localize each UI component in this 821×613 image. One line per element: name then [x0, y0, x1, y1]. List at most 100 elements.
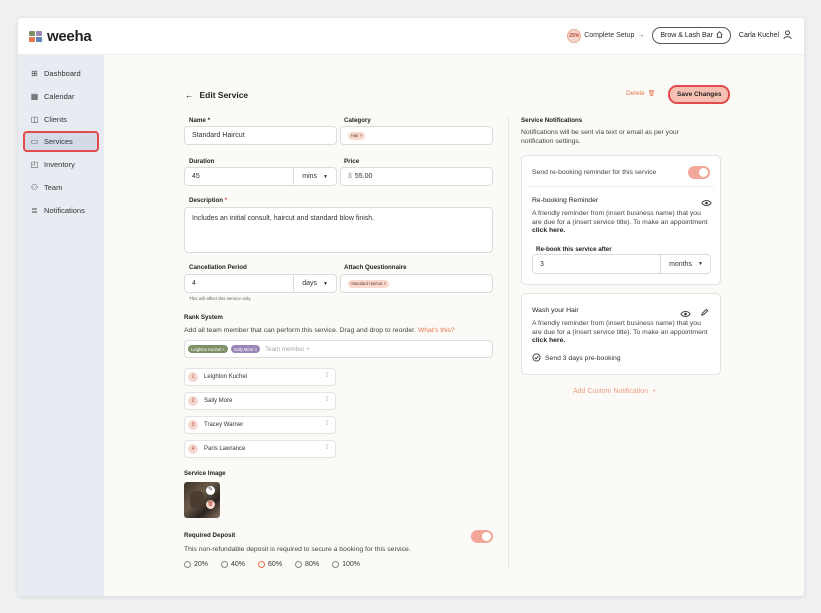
sidebar-item-calendar[interactable]: ▦ Calendar — [25, 87, 99, 106]
duration-input[interactable]: 45 mins ▼ — [184, 167, 337, 186]
sidebar-item-label: Notifications — [44, 206, 85, 215]
questionnaire-chip[interactable]: Standard Haircut × — [348, 279, 390, 288]
whats-this-link[interactable]: What's this? — [418, 327, 455, 334]
delete-button[interactable]: Delete 🗑 — [626, 90, 655, 97]
sidebar-item-label: Inventory — [44, 160, 75, 169]
home-icon — [716, 31, 723, 40]
rebook-unit-select[interactable]: months ▼ — [660, 255, 710, 273]
team-member-input[interactable]: Leighton Kuchel × Sally More × Team memb… — [184, 340, 493, 358]
rebook-after-label: Re-book this service after — [536, 246, 612, 253]
rebook-title: Re-booking Reminder — [532, 197, 599, 204]
team-chip[interactable]: Leighton Kuchel × — [188, 345, 228, 353]
rebook-after-value: 3 — [540, 260, 544, 268]
drag-handle-icon[interactable]: ⁞⁞ — [326, 397, 329, 403]
rank-number: 4 — [188, 444, 198, 454]
duration-value: 45 — [192, 173, 200, 180]
rank-help: Add all team member that can perform thi… — [184, 327, 455, 334]
sidebar-item-label: Team — [44, 183, 63, 192]
rank-list-item[interactable]: 3 Tracey Warner ⁞⁞ — [184, 416, 336, 434]
category-chip[interactable]: Hair × — [348, 131, 366, 140]
rebook-toggle[interactable] — [688, 166, 710, 179]
complete-setup-link[interactable]: 25% Complete Setup → — [567, 28, 644, 43]
caret-down-icon: ▼ — [323, 280, 328, 287]
questionnaire-label: Attach Questionnaire — [344, 264, 407, 271]
sidebar-item-label: Clients — [44, 115, 67, 124]
drag-handle-icon[interactable]: ⁞⁞ — [326, 421, 329, 427]
sidebar-item-services[interactable]: ▭ Services — [23, 131, 99, 152]
service-image-thumbnail[interactable]: ✎ 🗑 — [184, 482, 220, 518]
rebook-message: A friendly reminder from (insert busines… — [532, 210, 708, 235]
logo[interactable]: weeha — [29, 28, 92, 45]
user-menu[interactable]: Carla Kuchel — [739, 29, 792, 42]
rebook-after-input[interactable]: 3 months ▼ — [532, 254, 711, 274]
duration-unit: mins — [302, 173, 318, 180]
sidebar-item-label: Calendar — [44, 92, 75, 101]
wash-message: A friendly reminder from (insert busines… — [532, 320, 708, 345]
rank-list-item[interactable]: 2 Sally More ⁞⁞ — [184, 392, 336, 410]
rebook-after-unit: months — [669, 260, 693, 268]
service-notifications-desc: Notifications will be sent via text or e… — [521, 129, 679, 145]
trash-icon: 🗑 — [647, 91, 656, 97]
back-arrow-icon[interactable]: ← — [185, 90, 194, 100]
sidebar-item-team[interactable]: ⚇ Team — [25, 178, 99, 197]
wash-schedule: Send 3 days pre-booking — [532, 353, 621, 364]
cancellation-value: 4 — [192, 280, 196, 287]
wash-hair-card: Wash your Hair A friendly reminder from … — [521, 293, 721, 375]
rebook-toggle-label: Send re-booking reminder for this servic… — [532, 169, 657, 176]
page-title-text: Edit Service — [199, 90, 249, 100]
category-label: Category — [344, 117, 371, 124]
deposit-radio-80[interactable]: 80% — [295, 561, 319, 568]
top-header: weeha 25% Complete Setup → Brow & Lash B… — [18, 18, 804, 55]
app-window: weeha 25% Complete Setup → Brow & Lash B… — [18, 18, 804, 596]
questionnaire-select[interactable]: Standard Haircut × — [340, 274, 493, 293]
sidebar-item-clients[interactable]: ◫ Clients — [25, 110, 99, 129]
rank-system-label: Rank System — [184, 314, 223, 321]
sidebar-item-notifications[interactable]: ≣ Notifications — [25, 201, 99, 220]
business-selector[interactable]: Brow & Lash Bar — [652, 27, 731, 44]
deposit-radio-20[interactable]: 20% — [184, 561, 208, 568]
logo-text: weeha — [47, 28, 92, 45]
rank-list-item[interactable]: 1 Leighton Kuchel ⁞⁞ — [184, 368, 336, 386]
delete-image-icon[interactable]: 🗑 — [206, 500, 215, 509]
deposit-description: This non-refundable deposit is required … — [184, 546, 411, 553]
duration-unit-select[interactable]: mins ▼ — [293, 168, 336, 185]
cancellation-unit-select[interactable]: days ▼ — [293, 275, 336, 292]
price-value: 55.00 — [354, 173, 373, 180]
rebooking-card: Send re-booking reminder for this servic… — [521, 155, 721, 285]
team-chip[interactable]: Sally More × — [230, 345, 261, 353]
cancellation-note: This will affect this service only. — [189, 296, 252, 301]
deposit-toggle[interactable] — [471, 530, 493, 543]
drag-handle-icon[interactable]: ⁞⁞ — [326, 373, 329, 379]
add-custom-notification-button[interactable]: Add Custom Notification + — [573, 388, 656, 395]
delete-label: Delete — [626, 90, 645, 97]
deposit-radio-100[interactable]: 100% — [332, 561, 360, 568]
click-here-link[interactable]: click here. — [532, 337, 565, 344]
description-textarea[interactable]: Includes an initial consult, haircut and… — [184, 207, 493, 253]
save-changes-button[interactable]: Save Changes — [668, 85, 731, 104]
rank-member-name: Sally More — [204, 398, 233, 404]
deposit-radio-60[interactable]: 60% — [258, 561, 282, 568]
price-label: Price — [344, 158, 360, 165]
click-here-link[interactable]: click here. — [532, 227, 565, 234]
plus-icon: + — [652, 388, 657, 395]
category-select[interactable]: Hair × — [340, 126, 493, 145]
cancellation-input[interactable]: 4 days ▼ — [184, 274, 337, 293]
cancellation-label: Cancellation Period — [189, 264, 247, 271]
rank-number: 3 — [188, 420, 198, 430]
deposit-radio-40[interactable]: 40% — [221, 561, 245, 568]
currency-symbol: $ — [348, 173, 352, 180]
add-custom-label: Add Custom Notification — [573, 388, 649, 395]
name-input[interactable]: Standard Haircut — [184, 126, 337, 145]
price-input[interactable]: $ 55.00 — [340, 167, 493, 186]
rank-member-name: Tracey Warner — [204, 422, 244, 428]
user-icon — [783, 29, 792, 42]
sidebar-item-inventory[interactable]: ◰ Inventory — [25, 155, 99, 174]
edit-pencil-icon[interactable]: ✎ — [206, 486, 215, 495]
drag-handle-icon[interactable]: ⁞⁞ — [326, 445, 329, 451]
sidebar-item-dashboard[interactable]: ⊞ Dashboard — [25, 64, 99, 83]
rank-member-name: Paris Lawrance — [204, 446, 246, 452]
sidebar: ⊞ Dashboard ▦ Calendar ◫ Clients ▭ Servi… — [18, 55, 104, 596]
service-notifications-title: Service Notifications — [521, 117, 583, 124]
team-icon: ⚇ — [30, 183, 39, 192]
rank-list-item[interactable]: 4 Paris Lawrance ⁞⁞ — [184, 440, 336, 458]
